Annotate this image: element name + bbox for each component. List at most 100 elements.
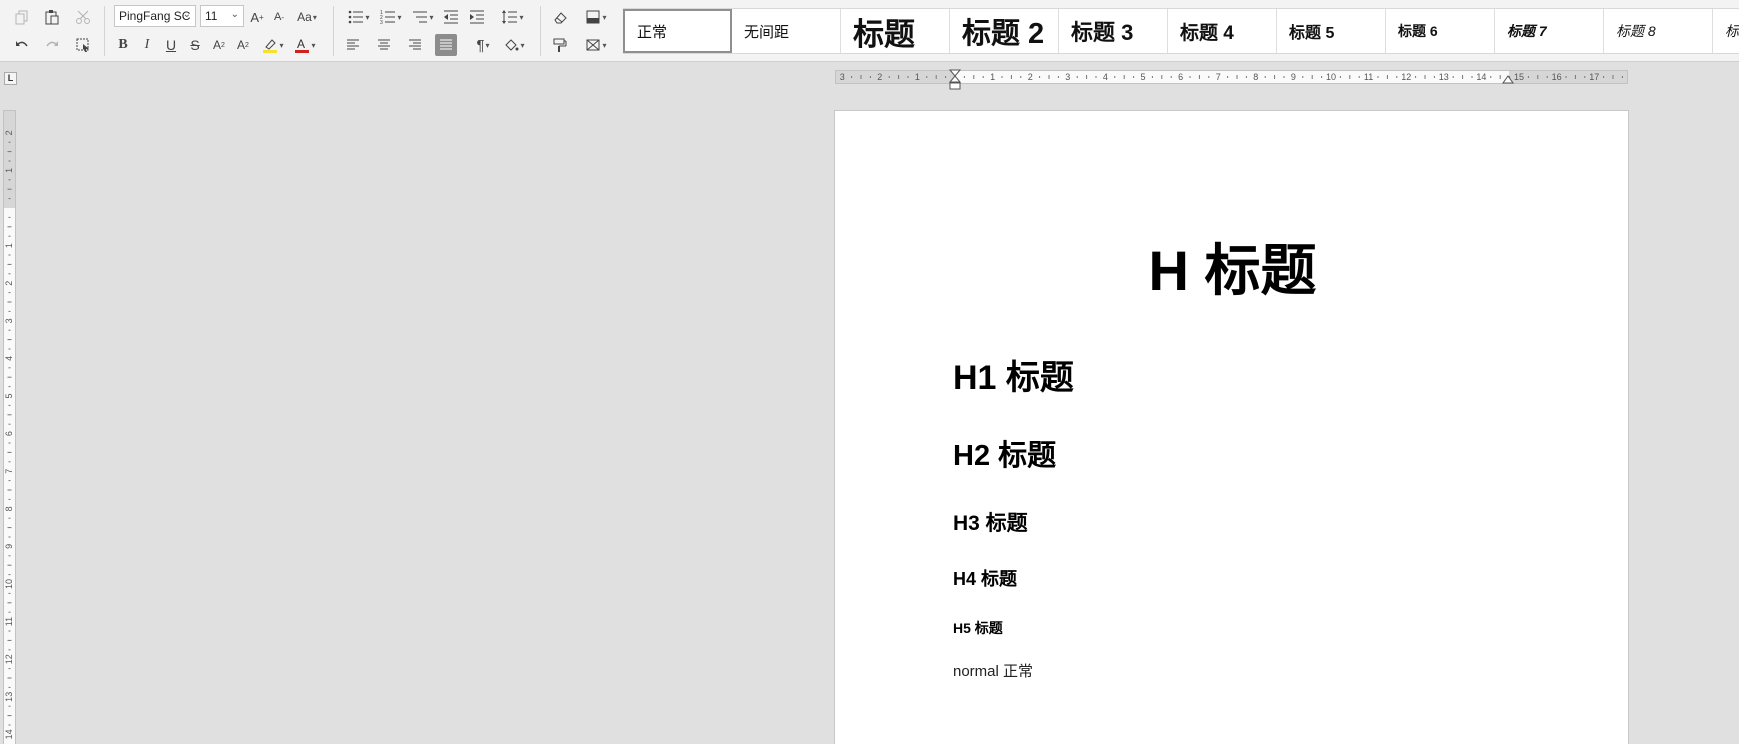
style-label: 正常 bbox=[637, 23, 668, 41]
style-heading-7[interactable]: 标题 7 bbox=[1495, 9, 1604, 53]
paragraph-mark-icon[interactable]: ¶ ▾ bbox=[468, 34, 498, 56]
line-spacing-icon[interactable]: ▾ bbox=[498, 6, 528, 28]
ruler-tick-label: 12 bbox=[4, 654, 14, 664]
ruler-tick-label: 5 bbox=[4, 393, 14, 398]
ruler-tick-label: 6 bbox=[1178, 72, 1183, 82]
style-label: 标题 9 bbox=[1725, 23, 1739, 39]
change-case-icon[interactable]: Aa ▾ bbox=[292, 6, 322, 28]
style-heading-3[interactable]: 标题 3 bbox=[1059, 9, 1168, 53]
undo-icon[interactable] bbox=[11, 34, 33, 56]
increase-indent-icon[interactable] bbox=[466, 6, 488, 28]
style-heading-2[interactable]: 标题 2 bbox=[950, 9, 1059, 53]
horizontal-ruler[interactable]: 3 2 1 1 2 3 4 5 6 7 8 9 10 11 12 13 14 15 16 17 bbox=[835, 69, 1628, 90]
ruler-tick-label: 2 bbox=[4, 281, 14, 286]
tab-stop-label: L bbox=[7, 73, 14, 83]
underline-icon[interactable]: U bbox=[160, 34, 182, 56]
border-icon[interactable]: ▾ bbox=[581, 6, 611, 28]
grow-font-icon[interactable]: A + bbox=[246, 6, 268, 28]
strikethrough-icon[interactable]: S bbox=[184, 34, 206, 56]
indent-marker-icon[interactable] bbox=[949, 69, 961, 93]
ruler-tick-label: 4 bbox=[1103, 72, 1108, 82]
ruler-tick-label: 4 bbox=[4, 356, 14, 361]
ruler-tick-label: 14 bbox=[1476, 72, 1486, 82]
decrease-indent-icon[interactable] bbox=[440, 6, 462, 28]
ruler-tick-label: 1 bbox=[990, 72, 995, 82]
italic-icon[interactable]: I bbox=[136, 34, 158, 56]
ruler-tick-label: 2 bbox=[877, 72, 882, 82]
font-family-value: PingFang SC bbox=[119, 9, 191, 23]
shading-icon[interactable]: ▾ bbox=[498, 34, 530, 56]
clear-format-icon[interactable] bbox=[549, 6, 571, 28]
style-heading-9[interactable]: 标题 9 bbox=[1713, 9, 1739, 53]
ruler-tick-label: 12 bbox=[1401, 72, 1411, 82]
bold-icon[interactable]: B bbox=[112, 34, 134, 56]
normal-paragraph[interactable]: normal 正常 bbox=[953, 664, 1033, 679]
style-heading-6[interactable]: 标题 6 bbox=[1386, 9, 1495, 53]
superscript-icon[interactable]: A2 bbox=[208, 34, 230, 56]
ruler-tick-label: 10 bbox=[4, 579, 14, 589]
vertical-ruler[interactable]: 2 1 1 2 3 4 5 6 7 8 9 10 11 12 13 14 bbox=[3, 110, 16, 744]
style-label: 标题 4 bbox=[1180, 22, 1234, 44]
highlight-icon[interactable]: ▾ bbox=[258, 34, 288, 56]
style-title[interactable]: 标题 bbox=[841, 9, 950, 53]
align-center-icon[interactable] bbox=[373, 34, 395, 56]
svg-text:3: 3 bbox=[380, 20, 383, 25]
align-left-icon[interactable] bbox=[342, 34, 364, 56]
ruler-tick-label: 5 bbox=[1140, 72, 1145, 82]
style-label: 无间距 bbox=[744, 23, 790, 41]
font-size-select[interactable]: 11 ⌄ bbox=[200, 5, 244, 27]
font-size-value: 11 bbox=[205, 9, 218, 23]
ruler-tick-label: 9 bbox=[1291, 72, 1296, 82]
style-no-spacing[interactable]: 无间距 bbox=[732, 9, 841, 53]
style-heading-8[interactable]: 标题 8 bbox=[1604, 9, 1713, 53]
multilevel-list-icon[interactable]: ▾ bbox=[408, 6, 438, 28]
style-label: 标题 2 bbox=[962, 18, 1045, 50]
ruler-tick-label: 6 bbox=[4, 431, 14, 436]
bullets-icon[interactable]: ▾ bbox=[344, 6, 374, 28]
ruler-tick-label: 2 bbox=[4, 130, 14, 135]
heading-2[interactable]: H2 标题 bbox=[953, 442, 1056, 471]
heading-4[interactable]: H4 标题 bbox=[953, 570, 1017, 588]
style-heading-4[interactable]: 标题 4 bbox=[1168, 9, 1277, 53]
ruler-tick-label: 8 bbox=[1253, 72, 1258, 82]
document-title[interactable]: H 标题 bbox=[835, 243, 1630, 299]
ruler-tick-label: 3 bbox=[1065, 72, 1070, 82]
heading-3[interactable]: H3 标题 bbox=[953, 513, 1028, 534]
svg-text:A: A bbox=[297, 37, 305, 51]
subscript-icon[interactable]: A2 bbox=[232, 34, 254, 56]
numbering-icon[interactable]: 1 2 3 ▾ bbox=[376, 6, 406, 28]
format-painter-icon[interactable] bbox=[549, 34, 571, 56]
font-color-icon[interactable]: A ▾ bbox=[290, 34, 320, 56]
heading-5[interactable]: H5 标题 bbox=[953, 621, 1003, 635]
cut-icon[interactable] bbox=[72, 6, 94, 28]
style-heading-5[interactable]: 标题 5 bbox=[1277, 9, 1386, 53]
ruler-tick-label: 16 bbox=[1552, 72, 1562, 82]
ruler-tick-label: 1 bbox=[4, 243, 14, 248]
paste-icon[interactable] bbox=[41, 6, 63, 28]
font-family-select[interactable]: PingFang SC ⌄ bbox=[114, 5, 196, 27]
justify-icon[interactable] bbox=[435, 34, 457, 56]
ruler-tick-label: 10 bbox=[1326, 72, 1336, 82]
ruler-ticks: 211234567891011121314 bbox=[4, 130, 14, 739]
insert-icon[interactable]: ▾ bbox=[581, 34, 611, 56]
ruler-tick-label: 7 bbox=[4, 469, 14, 474]
copy-icon[interactable] bbox=[11, 6, 33, 28]
ruler-tick-label: 3 bbox=[4, 318, 14, 323]
ruler-tick-label: 14 bbox=[4, 729, 14, 739]
redo-icon[interactable] bbox=[41, 34, 63, 56]
heading-1[interactable]: H1 标题 bbox=[953, 361, 1074, 395]
right-indent-marker-icon[interactable] bbox=[1502, 72, 1514, 84]
ruler-tick-label: 13 bbox=[4, 692, 14, 702]
style-label: 标题 3 bbox=[1071, 20, 1134, 45]
toolbar-separator bbox=[104, 6, 105, 56]
ribbon-toolbar: PingFang SC ⌄ 11 ⌄ A + A- Aa ▾ B I U S A2 … bbox=[0, 0, 1739, 62]
align-right-icon[interactable] bbox=[404, 34, 426, 56]
style-normal[interactable]: 正常 bbox=[623, 9, 732, 53]
document-page[interactable]: H 标题 H1 标题 H2 标题 H3 标题 H4 标题 H5 标题 norma… bbox=[834, 110, 1629, 744]
style-gallery: 正常 无间距 标题 标题 2 标题 3 标题 4 标题 5 标题 6 标题 7 … bbox=[623, 8, 1739, 54]
tab-stop-selector[interactable]: L bbox=[4, 72, 17, 85]
select-all-icon[interactable] bbox=[72, 34, 94, 56]
ruler-tick-label: 17 bbox=[1589, 72, 1599, 82]
shrink-font-icon[interactable]: A- bbox=[268, 6, 290, 28]
ruler-tick-label: 2 bbox=[1028, 72, 1033, 82]
